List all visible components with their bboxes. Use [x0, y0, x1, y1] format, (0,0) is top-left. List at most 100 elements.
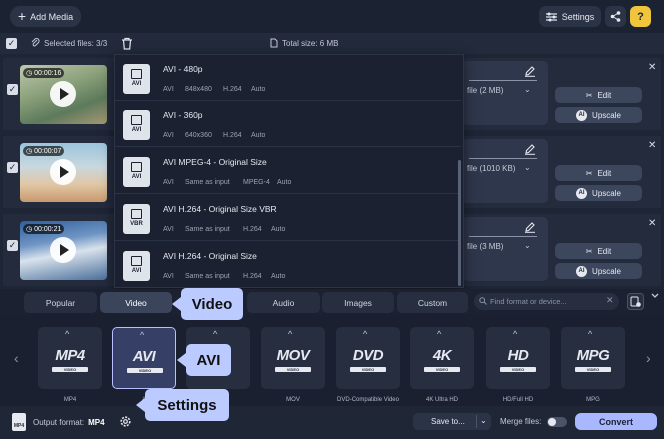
- avi-file-icon: AVI: [123, 64, 150, 94]
- callout-settings: Settings: [145, 389, 229, 421]
- chevron-down-icon[interactable]: ⌄: [524, 241, 531, 250]
- share-button[interactable]: [605, 6, 626, 27]
- play-icon[interactable]: [50, 237, 76, 263]
- preset-item[interactable]: AVI AVI MPEG-4 - Original Size AVI Same …: [115, 148, 461, 194]
- add-media-button[interactable]: + Add Media: [10, 6, 81, 27]
- tab-video[interactable]: Video: [100, 292, 172, 313]
- carousel-left-icon[interactable]: ‹: [14, 350, 19, 366]
- upscale-button[interactable]: AI Upscale: [555, 185, 642, 201]
- chevron-up-icon[interactable]: ^: [437, 329, 441, 339]
- format-sub: VIDEO: [350, 367, 386, 372]
- tab-audio[interactable]: Audio: [247, 292, 320, 313]
- add-media-label: Add Media: [30, 11, 74, 22]
- format-tile-mov[interactable]: ^ MOV VIDEO: [261, 327, 325, 389]
- chevron-up-icon[interactable]: ^: [140, 330, 144, 340]
- clear-search-icon[interactable]: ✕: [606, 295, 614, 306]
- chevron-up-icon[interactable]: ^: [363, 329, 367, 339]
- sliders-icon: [545, 12, 557, 21]
- upscale-label: Upscale: [592, 266, 621, 276]
- format-logo: DVD: [352, 347, 384, 364]
- custom-format-icon[interactable]: [627, 293, 644, 310]
- format-tile-mpg[interactable]: ^ MPG VIDEO: [561, 327, 625, 389]
- tab-popular[interactable]: Popular: [24, 292, 97, 313]
- pencil-icon[interactable]: [524, 65, 536, 77]
- tab-images[interactable]: Images: [322, 292, 394, 313]
- pencil-icon[interactable]: [524, 143, 536, 155]
- ai-icon: AI: [576, 109, 588, 121]
- name-underline: [469, 80, 537, 81]
- dropdown-scrollbar[interactable]: [458, 160, 461, 286]
- format-logo: MP4: [55, 347, 85, 364]
- edit-button[interactable]: ✂ Edit: [555, 243, 642, 259]
- preset-bitrate: Auto: [271, 273, 286, 280]
- preset-container: AVI: [163, 86, 174, 93]
- video-thumbnail[interactable]: ◷ 00:00:07: [20, 143, 107, 202]
- remove-file-icon[interactable]: ✕: [648, 218, 656, 229]
- format-tile-4k[interactable]: ^ 4K VIDEO: [410, 327, 474, 389]
- name-underline: [469, 158, 537, 159]
- paperclip-icon: [31, 38, 40, 47]
- play-icon[interactable]: [50, 81, 76, 107]
- chevron-up-icon[interactable]: ^: [213, 329, 217, 339]
- tab-custom[interactable]: Custom: [397, 292, 468, 313]
- preset-item[interactable]: VBR AVI H.264 - Original Size VBR AVI Sa…: [115, 195, 461, 241]
- preset-item[interactable]: AVI AVI - 360p AVI 640x360 H.264 Auto: [115, 101, 461, 147]
- video-thumbnail[interactable]: ◷ 00:00:21: [20, 221, 107, 280]
- file-checkbox[interactable]: ✓: [7, 162, 18, 173]
- settings-button[interactable]: Settings: [539, 6, 601, 27]
- edit-button[interactable]: ✂ Edit: [555, 87, 642, 103]
- preset-codec: H.264: [243, 226, 262, 233]
- trash-icon[interactable]: [121, 37, 133, 50]
- clock-icon: ◷: [26, 148, 33, 155]
- convert-button[interactable]: Convert: [575, 413, 657, 430]
- preset-item[interactable]: AVI AVI - 480p AVI 848x480 H.264 Auto: [115, 55, 461, 101]
- preset-name: AVI - 360p: [163, 110, 203, 120]
- file-checkbox[interactable]: ✓: [7, 240, 18, 251]
- format-label: MPG: [586, 397, 600, 403]
- upscale-button[interactable]: AI Upscale: [555, 263, 642, 279]
- ai-icon: AI: [576, 265, 588, 277]
- gear-icon[interactable]: [119, 415, 132, 428]
- edit-button[interactable]: ✂ Edit: [555, 165, 642, 181]
- output-size: file (2 MB): [467, 86, 504, 95]
- remove-file-icon[interactable]: ✕: [648, 140, 656, 151]
- select-all-checkbox[interactable]: ✓: [6, 38, 17, 49]
- chevron-up-icon[interactable]: ^: [513, 329, 517, 339]
- format-tile-dvd[interactable]: ^ DVD VIDEO: [336, 327, 400, 389]
- carousel-right-icon[interactable]: ›: [646, 350, 651, 366]
- preset-resolution: 848x480: [185, 86, 212, 93]
- preset-dropdown: AVI AVI - 480p AVI 848x480 H.264 Auto AV…: [114, 54, 464, 288]
- format-tile-avi[interactable]: ^ AVI VIDEO: [112, 327, 176, 389]
- callout-video: Video: [181, 288, 243, 320]
- video-thumbnail[interactable]: ◷ 00:00:16: [20, 65, 107, 124]
- format-search-input[interactable]: Find format or device... ✕: [474, 293, 619, 310]
- format-tile-mp4[interactable]: ^ MP4 VIDEO: [38, 327, 102, 389]
- file-checkbox[interactable]: ✓: [7, 84, 18, 95]
- preset-bitrate: Auto: [277, 179, 292, 186]
- merge-files-toggle[interactable]: [547, 417, 567, 427]
- edit-label: Edit: [597, 90, 612, 100]
- chevron-down-icon[interactable]: ⌄: [480, 416, 487, 425]
- remove-file-icon[interactable]: ✕: [648, 62, 656, 73]
- preset-resolution: 640x360: [185, 132, 212, 139]
- preset-item[interactable]: AVI AVI H.264 - Original Size AVI Same a…: [115, 242, 461, 288]
- help-button[interactable]: ?: [630, 6, 651, 27]
- duration-badge: ◷ 00:00:16: [23, 68, 65, 78]
- preset-name: AVI MPEG-4 - Original Size: [163, 157, 267, 167]
- save-to-button[interactable]: Save to... ⌄: [413, 413, 491, 430]
- chevron-down-icon[interactable]: ⌄: [524, 85, 531, 94]
- play-icon[interactable]: [50, 159, 76, 185]
- chevron-down-icon[interactable]: ⌄: [524, 163, 531, 172]
- output-settings-panel: file (1010 KB) ⌄: [462, 139, 548, 203]
- format-sub: VIDEO: [500, 367, 536, 372]
- output-settings-panel: file (2 MB) ⌄: [462, 61, 548, 125]
- chevron-up-icon[interactable]: ^: [288, 329, 292, 339]
- plus-icon: +: [17, 8, 27, 24]
- preset-container: AVI: [163, 179, 174, 186]
- chevron-up-icon[interactable]: ^: [588, 329, 592, 339]
- chevron-up-icon[interactable]: ^: [65, 329, 69, 339]
- pencil-icon[interactable]: [524, 221, 536, 233]
- upscale-button[interactable]: AI Upscale: [555, 107, 642, 123]
- format-tile-hd[interactable]: ^ HD VIDEO: [486, 327, 550, 389]
- collapse-chevron-icon[interactable]: [650, 291, 660, 301]
